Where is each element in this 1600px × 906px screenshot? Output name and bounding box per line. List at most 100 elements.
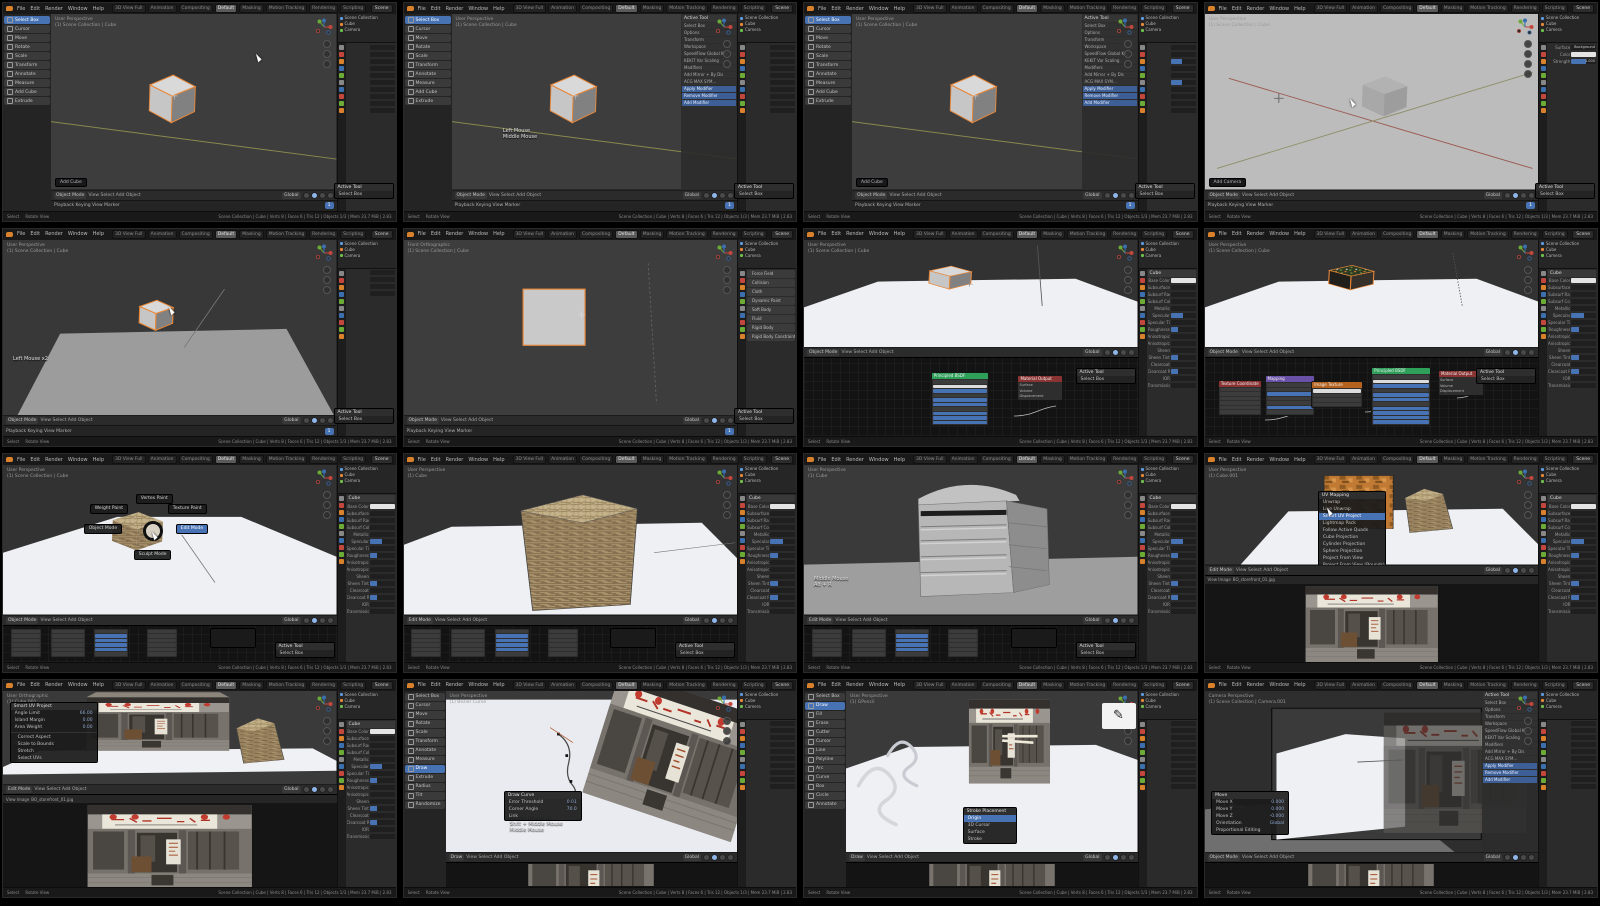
scene-selector[interactable]: Scene (371, 681, 393, 690)
physics-button-1[interactable]: Collision (747, 279, 795, 287)
workspace-tab[interactable]: Motion Tracking (666, 681, 707, 690)
property-field[interactable] (370, 270, 395, 275)
viewport-3d[interactable]: User Perspective(1) Scene Collection | C… (852, 14, 1138, 190)
sidebar-row[interactable]: Remove Modifier (1483, 770, 1537, 776)
shading-dot[interactable] (1512, 567, 1519, 574)
panel-row[interactable] (12, 652, 40, 656)
image-editor-menus[interactable]: View Image (1208, 577, 1231, 582)
outliner-item-camera[interactable]: Camera (1541, 704, 1595, 710)
properties-tab-icon[interactable] (1140, 743, 1145, 748)
tool-randomize[interactable]: Randomize (405, 801, 445, 809)
popup-menu-item[interactable]: Sphere Projection (1319, 548, 1385, 555)
workspace-tab[interactable]: Compositing (579, 455, 613, 464)
viewport-nav-buttons[interactable] (1524, 717, 1532, 745)
properties-tab-strip[interactable] (1539, 269, 1547, 437)
property-field[interactable] (1171, 581, 1196, 586)
tool-measure[interactable]: Measure (405, 79, 451, 87)
panel-row[interactable] (52, 639, 84, 643)
viewport-nav-button[interactable] (1124, 40, 1132, 48)
property-field[interactable] (1171, 511, 1196, 516)
pie-item-left[interactable]: Object Mode (84, 524, 122, 534)
popup-menu-item[interactable]: Origin (964, 815, 1016, 822)
editor-panel[interactable] (547, 628, 579, 658)
workspace-tab[interactable]: Animation (148, 681, 177, 690)
properties-tab-icon[interactable] (1541, 750, 1546, 755)
properties-tab-icon[interactable] (339, 101, 344, 106)
panel-row[interactable] (896, 652, 928, 656)
tool-add-cube[interactable]: Add Cube (405, 88, 451, 96)
property-field[interactable]: 1.000 (1571, 59, 1596, 64)
menu-render[interactable]: Render (1246, 231, 1266, 237)
scene-selector[interactable]: Scene (771, 455, 793, 464)
workspace-tab[interactable]: Rendering (1110, 455, 1139, 464)
blender-logo-icon[interactable] (6, 683, 13, 688)
mode-selector[interactable]: Object Mode (455, 192, 487, 199)
property-field[interactable] (370, 101, 395, 106)
properties-tab-icon[interactable] (1541, 52, 1546, 57)
viewport-menus[interactable]: View Select Add Object (1242, 855, 1294, 860)
workspace-tab[interactable]: Masking (239, 681, 264, 690)
workspace-tab[interactable]: Default (615, 681, 637, 690)
properties-tab-icon[interactable] (740, 757, 745, 762)
shading-dot[interactable] (311, 417, 318, 424)
shading-dot[interactable] (1528, 349, 1535, 356)
property-field[interactable] (370, 560, 395, 565)
viewport-nav-button[interactable] (1124, 266, 1132, 274)
panel-row[interactable] (496, 652, 528, 656)
property-field[interactable] (1171, 278, 1196, 283)
properties-tab-icon[interactable] (740, 66, 745, 71)
operator-collapsed-button[interactable]: Add Camera (1209, 178, 1247, 187)
property-field[interactable] (770, 546, 795, 551)
tool-polyline[interactable]: Polyline (805, 756, 845, 764)
node-row[interactable] (1373, 389, 1429, 393)
sidebar-row[interactable]: Add Modifier (1083, 100, 1137, 106)
properties-tab-icon[interactable] (1140, 722, 1145, 727)
property-field[interactable] (1571, 376, 1596, 381)
workspace-tab[interactable]: Default (615, 4, 637, 13)
property-field[interactable] (370, 87, 395, 92)
properties-tab-icon[interactable] (740, 299, 745, 304)
workspace-tab[interactable]: 3D View Full (513, 4, 547, 13)
workspace-tab[interactable]: Motion Tracking (266, 455, 307, 464)
property-field[interactable] (1571, 383, 1596, 388)
image-editor-menus[interactable]: View Image (6, 797, 29, 802)
workspace-tab[interactable]: Masking (1441, 681, 1466, 690)
menu-file[interactable]: File (16, 457, 26, 463)
viewport-nav-buttons[interactable] (1524, 40, 1532, 78)
workspace-tab[interactable]: Compositing (980, 230, 1014, 239)
workspace-tab[interactable]: Motion Tracking (1467, 230, 1508, 239)
workspace-tab[interactable]: Scripting (340, 681, 366, 690)
shading-dot[interactable] (1520, 854, 1527, 861)
nav-gizmo[interactable] (1516, 469, 1534, 491)
properties-tab-icon[interactable] (339, 503, 344, 508)
workspace-tab[interactable]: 3D View Full (513, 455, 547, 464)
property-field[interactable] (1571, 518, 1596, 523)
tool-annotate[interactable]: Annotate (405, 747, 445, 755)
viewport-nav-button[interactable] (1524, 70, 1532, 78)
pie-item-top_right[interactable]: Texture Paint (168, 504, 207, 514)
panel-row[interactable] (95, 639, 127, 643)
operator-panel[interactable]: Smart UV ProjectAngle Limit66.00Island M… (10, 702, 98, 763)
tool-circle[interactable]: Circle (805, 792, 845, 800)
tool-scale[interactable]: Scale (405, 52, 451, 60)
property-field[interactable] (770, 45, 795, 50)
shading-mode-toggle[interactable] (303, 417, 334, 424)
outliner-item-camera[interactable]: Camera (1141, 253, 1195, 259)
properties-tab-icon[interactable] (339, 94, 344, 99)
property-field[interactable] (1171, 80, 1196, 85)
workspace-tab[interactable]: Rendering (1511, 681, 1540, 690)
properties-tab-strip[interactable] (1539, 720, 1547, 888)
viewport-nav-button[interactable] (1124, 60, 1132, 68)
viewport-nav-button[interactable] (323, 286, 331, 294)
viewport-nav-button[interactable] (323, 276, 331, 284)
physics-button-5[interactable]: Fluid (747, 315, 795, 323)
panel-row[interactable] (549, 634, 577, 638)
properties-tab-icon[interactable] (1140, 538, 1145, 543)
current-frame[interactable]: 1 (1526, 202, 1535, 209)
panel-row[interactable] (896, 630, 928, 634)
menu-help[interactable]: Help (492, 457, 505, 463)
shading-mode-toggle[interactable] (303, 786, 334, 793)
properties-tab-icon[interactable] (740, 52, 745, 57)
workspace-tab[interactable]: Default (1416, 681, 1438, 690)
property-field[interactable] (370, 820, 395, 825)
